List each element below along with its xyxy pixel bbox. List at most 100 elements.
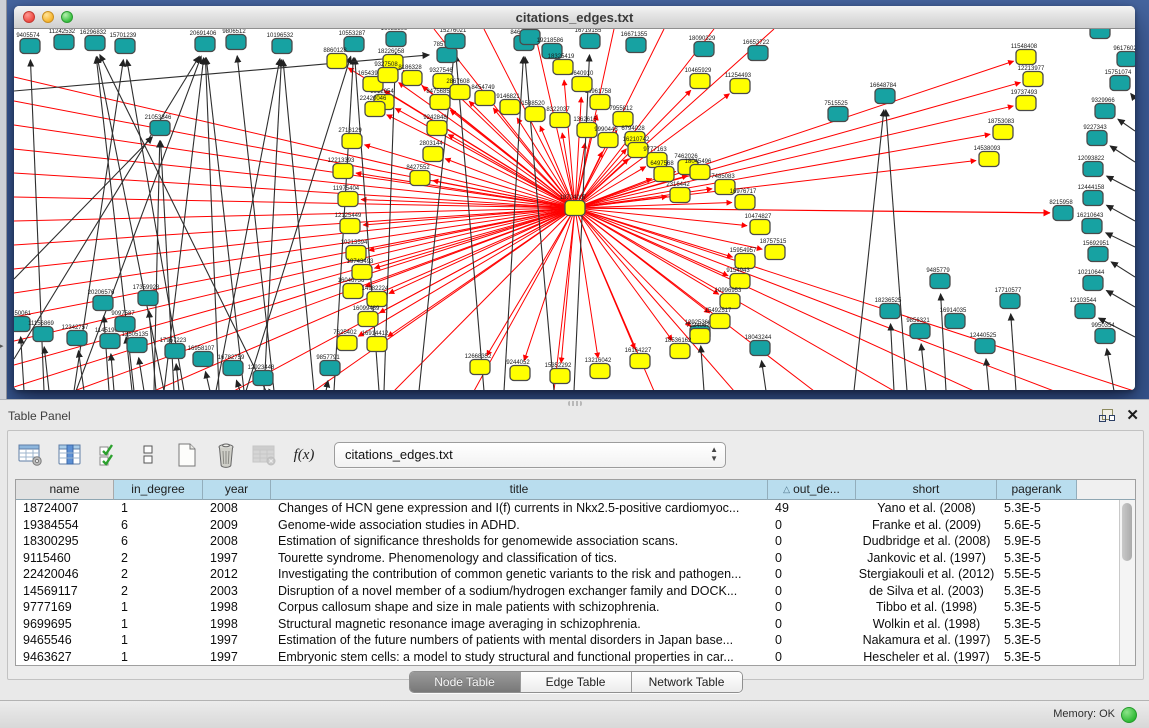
cell-name[interactable]: 9699695 [16,616,114,633]
vertical-scrollbar[interactable] [1119,500,1135,665]
cell-title[interactable]: Disruption of a novel member of a sodium… [271,583,768,600]
graph-node[interactable]: 17710577 [995,288,1022,309]
graph-node[interactable]: 18757515 [760,239,787,260]
cell-short[interactable]: Wolkin et al. (1998) [856,616,997,633]
cell-short[interactable]: Tibbo et al. (1998) [856,599,997,616]
graph-node[interactable]: 9856321 [906,318,930,339]
graph-node[interactable]: 18536162 [665,338,692,359]
graph-node[interactable]: 9097587 [111,311,135,332]
cell-name[interactable]: 14569117 [16,583,114,600]
graph-node[interactable]: 16296832 [80,30,107,51]
graph-node[interactable]: 16033809 [381,29,408,47]
graph-node[interactable]: 7625402 [333,330,357,351]
cell-title[interactable]: Changes of HCN gene expression and I(f) … [271,500,768,517]
cell-pagerank[interactable]: 5.3E-5 [997,583,1077,600]
table-row[interactable]: 977716911998Corpus callosum shape and si… [16,599,1135,616]
cell-short[interactable]: Hescheler et al. (1997) [856,649,997,666]
cell-pagerank[interactable]: 5.3E-5 [997,599,1077,616]
graph-node[interactable]: 17615059 [1085,29,1112,39]
graph-node[interactable]: 10996953 [715,288,742,309]
cell-name[interactable]: 9465546 [16,632,114,649]
cell-year[interactable]: 2009 [203,517,271,534]
cell-short[interactable]: Nakamura et al. (1997) [856,632,997,649]
cell-pagerank[interactable]: 5.6E-5 [997,517,1077,534]
graph-node[interactable]: 16914035 [940,308,967,329]
graph-node[interactable]: 12342757 [62,325,89,346]
column-header-out_de[interactable]: △out_de... [768,480,856,500]
cell-out_de[interactable]: 0 [768,649,856,666]
network-canvas[interactable]: 9405574112425321629683215701239206914069… [14,29,1135,390]
cell-out_de[interactable]: 0 [768,517,856,534]
cell-name[interactable]: 18724007 [16,500,114,517]
cell-short[interactable]: Jankovic et al. (1997) [856,550,997,567]
graph-node[interactable]: 8427552 [406,165,430,186]
column-header-in_degree[interactable]: in_degree [114,480,203,500]
graph-node[interactable]: 11254493 [725,73,752,94]
cell-title[interactable]: Corpus callosum shape and size in male p… [271,599,768,616]
graph-node[interactable]: 16671355 [621,32,648,53]
float-window-icon[interactable] [1099,408,1114,423]
cell-short[interactable]: Dudbridge et al. (2008) [856,533,997,550]
cell-pagerank[interactable]: 5.3E-5 [997,616,1077,633]
graph-node[interactable]: 8215958 [1049,200,1073,221]
graph-node[interactable]: 16976717 [730,189,757,210]
table-row[interactable]: 1830029562008Estimation of significance … [16,533,1135,550]
graph-node[interactable]: 12093822 [1078,156,1105,177]
graph-node[interactable]: 9244052 [506,360,530,381]
graph-node[interactable]: 14982224 [362,286,389,307]
table-row[interactable]: 911546021997Tourette syndrome. Phenomeno… [16,550,1135,567]
graph-node[interactable]: 21053346 [145,115,172,136]
cell-out_de[interactable]: 0 [768,599,856,616]
column-header-short[interactable]: short [856,480,997,500]
tab-network-table[interactable]: Network Table [632,672,742,692]
graph-node[interactable]: 9242848 [423,115,447,136]
graph-node[interactable]: 9990448 [594,127,618,148]
graph-node[interactable]: 16958107 [188,346,215,367]
cell-out_de[interactable]: 0 [768,616,856,633]
graph-node[interactable]: 11548408 [1011,44,1038,65]
table-row[interactable]: 946362711997Embryonic stem cells: a mode… [16,649,1135,666]
cell-in_degree[interactable]: 2 [114,583,203,600]
cell-in_degree[interactable]: 1 [114,500,203,517]
cell-short[interactable]: de Silva et al. (2003) [856,583,997,600]
graph-node[interactable]: 16719155 [575,29,602,49]
graph-node[interactable]: 22420046 [360,96,387,117]
cell-short[interactable]: Franke et al. (2009) [856,517,997,534]
graph-node[interactable]: 10465929 [685,68,712,89]
cell-out_de[interactable]: 0 [768,550,856,567]
cell-title[interactable]: Genome-wide association studies in ADHD. [271,517,768,534]
cell-year[interactable]: 2012 [203,566,271,583]
graph-node[interactable]: 16653722 [743,40,770,61]
cell-pagerank[interactable]: 5.3E-5 [997,550,1077,567]
tab-node-table[interactable]: Node Table [410,672,521,692]
cell-out_de[interactable]: 49 [768,500,856,517]
graph-node[interactable]: 6497568 [650,161,674,182]
graph-node[interactable]: 16914412 [362,331,389,352]
cell-title[interactable]: Estimation of significance thresholds fo… [271,533,768,550]
new-table-icon[interactable] [172,440,202,470]
graph-node[interactable]: 9806512 [222,29,246,50]
graph-node[interactable]: 18043244 [745,335,772,356]
cell-year[interactable]: 2003 [203,583,271,600]
function-builder-icon[interactable]: f(x) [289,440,319,470]
graph-node[interactable]: 19737493 [1011,90,1038,111]
graph-node[interactable]: 16099489 [353,306,380,327]
cell-year[interactable]: 2008 [203,533,271,550]
cell-name[interactable]: 18300295 [16,533,114,550]
delete-column-icon[interactable] [211,440,241,470]
cell-out_de[interactable]: 0 [768,632,856,649]
graph-node[interactable]: 11242532 [49,29,76,50]
graph-node[interactable]: 8475685 [426,89,450,110]
cell-year[interactable]: 1998 [203,599,271,616]
cell-short[interactable]: Yano et al. (2008) [856,500,997,517]
graph-node[interactable]: 18753083 [988,119,1015,140]
show-columns-icon[interactable] [94,440,124,470]
graph-node[interactable]: 2803144 [419,141,443,162]
column-header-pagerank[interactable]: pagerank [997,480,1077,500]
graph-node[interactable]: 9227343 [1083,125,1107,146]
table-row[interactable]: 1938455462009Genome-wide association stu… [16,517,1135,534]
table-row[interactable]: 1456911722003Disruption of a novel membe… [16,583,1135,600]
cell-in_degree[interactable]: 6 [114,533,203,550]
row-height-icon[interactable] [133,440,163,470]
column-header-year[interactable]: year [203,480,271,500]
